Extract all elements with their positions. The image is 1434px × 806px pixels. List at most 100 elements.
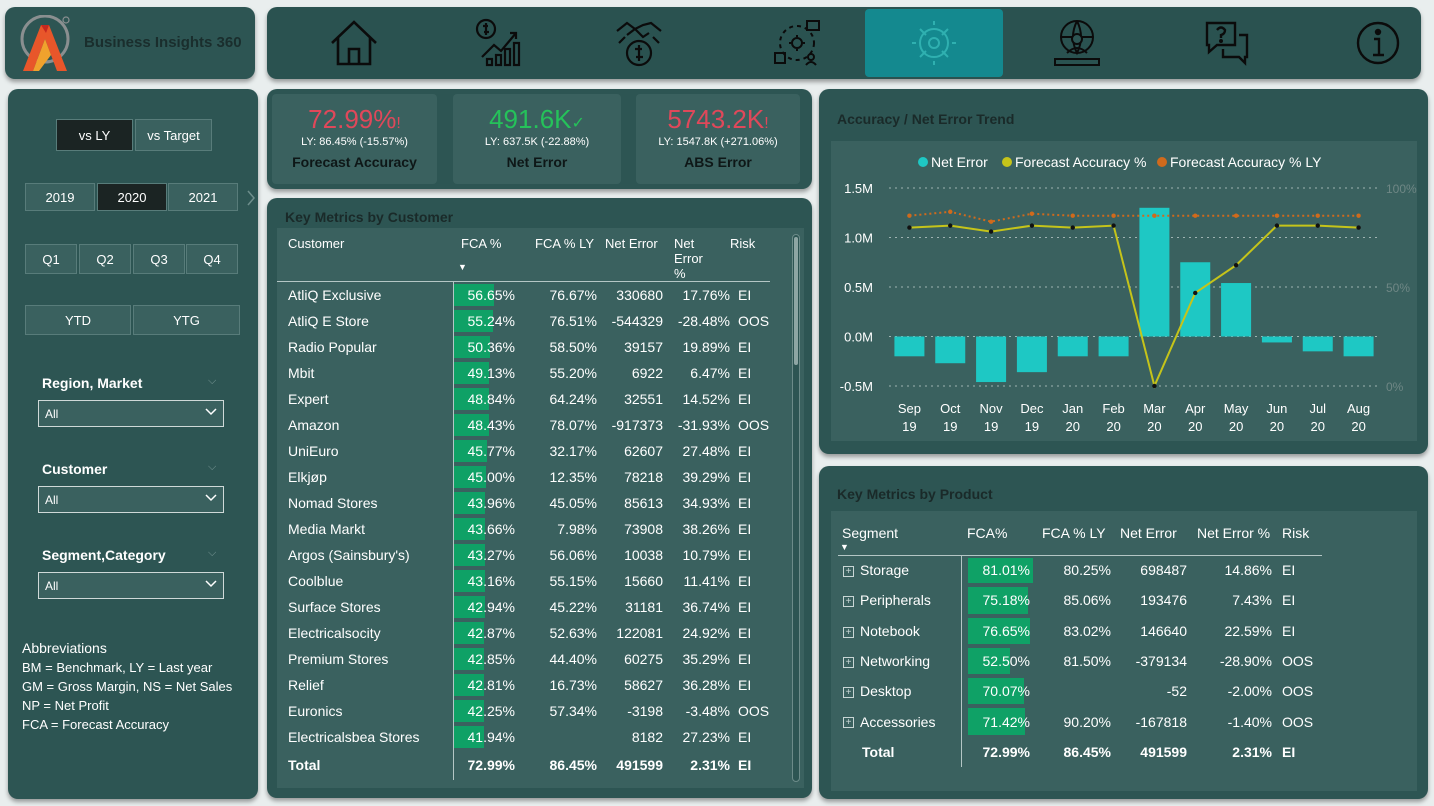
risk-cell: EI — [738, 520, 752, 537]
chevron-down-icon[interactable]: ⌵ — [208, 547, 216, 560]
year-2021-button[interactable]: 2021 — [168, 183, 238, 211]
column-header[interactable]: FCA% — [961, 521, 1030, 556]
year-2019-button[interactable]: 2019 — [25, 183, 95, 211]
chevron-down-icon[interactable]: ⌵ — [208, 375, 216, 388]
customer-name: AtliQ Exclusive — [277, 281, 454, 308]
column-header[interactable]: Net Error — [597, 228, 663, 282]
table-total-row[interactable]: Total 72.99% 86.45% 491599 2.31% EI — [838, 736, 1322, 768]
table-row[interactable]: Elkjøp 45.00% 12.35% 78218 39.29% EI — [277, 463, 770, 490]
table-row[interactable]: + Notebook 76.65% 83.02% 146640 22.59% EI — [838, 615, 1322, 646]
customer-dropdown[interactable]: All — [38, 486, 224, 513]
chevron-down-icon[interactable]: ⌵ — [208, 461, 216, 474]
expand-icon[interactable]: + — [843, 717, 854, 729]
net-error-cell: 330680 — [616, 286, 663, 303]
column-header[interactable]: FCA % LY — [523, 228, 597, 282]
q3-button[interactable]: Q3 — [133, 244, 185, 274]
column-header[interactable]: Customer — [277, 228, 453, 282]
nav-forecast-accuracy-button[interactable] — [865, 9, 1003, 77]
column-header[interactable]: Net Error % — [1187, 521, 1272, 556]
sort-down-icon[interactable]: ▼ — [840, 542, 849, 552]
column-header[interactable]: FCA % LY — [1030, 521, 1111, 556]
risk-cell: EI — [1282, 592, 1296, 609]
table-row[interactable]: + Peripherals 75.18% 85.06% 193476 7.43% EI — [838, 585, 1322, 616]
q4-button[interactable]: Q4 — [186, 244, 238, 274]
expand-icon[interactable]: + — [843, 566, 854, 578]
x-tick-label: 20 — [1229, 419, 1243, 434]
table-row[interactable]: Radio Popular 50.36% 58.50% 39157 19.89% EI — [277, 333, 770, 360]
nav-supply-chain-button[interactable] — [728, 9, 866, 77]
y-tick-label: 0.5M — [844, 280, 873, 295]
column-header[interactable]: Segment ▼ — [838, 521, 961, 556]
expand-icon[interactable]: + — [843, 596, 854, 608]
sort-down-icon[interactable]: ▼ — [458, 262, 467, 272]
q2-button[interactable]: Q2 — [79, 244, 131, 274]
y-tick-label: 1.0M — [844, 231, 873, 246]
nav-support-button[interactable] — [1158, 9, 1296, 77]
expand-icon[interactable]: + — [843, 626, 854, 638]
expand-icon[interactable]: + — [843, 656, 854, 668]
x-tick-label: Mar — [1143, 401, 1166, 416]
net-error-cell: 31181 — [625, 598, 663, 615]
table-row[interactable]: + Desktop 70.07% -52 -2.00% OOS — [838, 676, 1322, 707]
kpi-ly: LY: 637.5K (-22.88%) — [484, 136, 590, 148]
column-header[interactable]: Risk — [730, 228, 770, 282]
net-error-cell: 10038 — [624, 546, 663, 563]
abbreviation-line: BM = Benchmark, LY = Last year — [22, 660, 213, 675]
net-error-bar — [1139, 207, 1170, 337]
table-row[interactable]: AtliQ E Store 55.24% 76.51% -544329 -28.48% O… — [277, 307, 770, 334]
table-row[interactable]: + Storage 81.01% 80.25% 698487 14.86% EI — [838, 555, 1322, 586]
table-row[interactable]: Surface Stores 42.94% 45.22% 31181 36.74% EI — [277, 593, 770, 620]
table-row[interactable]: UniEuro 45.77% 32.17% 62607 27.48% EI — [277, 437, 770, 464]
table-scrollbar[interactable] — [792, 234, 800, 782]
nav-sales-button[interactable] — [570, 9, 708, 77]
table-row[interactable]: Relief 42.81% 16.73% 58627 36.28% EI — [277, 671, 770, 698]
q1-button[interactable]: Q1 — [25, 244, 77, 274]
table-total-row[interactable]: Total 72.99% 86.45% 491599 2.31% EI — [277, 749, 770, 780]
table-row[interactable]: Premium Stores 42.85% 44.40% 60275 35.29% EI — [277, 645, 770, 672]
table-row[interactable]: AtliQ Exclusive 56.65% 76.67% 330680 17.76% E… — [277, 281, 770, 308]
column-header[interactable]: Risk — [1272, 521, 1322, 556]
x-tick-label: 20 — [1351, 419, 1365, 434]
ytd-button[interactable]: YTD — [25, 305, 131, 335]
table-row[interactable]: + Accessories 71.42% 90.20% -167818 -1.40% OOS — [838, 706, 1322, 737]
nav-finance-button[interactable] — [431, 9, 569, 77]
table-row[interactable]: Argos (Sainsbury's) 43.27% 56.06% 10038 10.7… — [277, 541, 770, 568]
legend-item: Net Error — [931, 154, 988, 170]
segment-dropdown[interactable]: All — [38, 572, 224, 599]
risk-cell: EI — [738, 364, 752, 381]
region-dropdown[interactable]: All — [38, 400, 224, 427]
risk-cell: EI — [738, 494, 752, 511]
table-row[interactable]: Media Markt 43.66% 7.98% 73908 38.26% EI — [277, 515, 770, 542]
segment-cell: Total — [838, 736, 962, 768]
table-row[interactable]: Electricalsocity 42.87% 52.63% 122081 24.92%… — [277, 619, 770, 646]
forecast-accuracy-icon — [912, 21, 956, 65]
column-header[interactable]: Net Error — [1111, 521, 1187, 556]
fca-ly-line-point — [1315, 213, 1320, 218]
vs-target-button[interactable]: vs Target — [135, 119, 212, 151]
table-row[interactable]: Nomad Stores 43.96% 45.05% 85613 34.93% EI — [277, 489, 770, 516]
nav-executive-button[interactable] — [1008, 9, 1146, 77]
chevron-right-icon[interactable] — [246, 189, 256, 207]
column-header[interactable]: Net Error % — [663, 228, 730, 282]
nav-info-button[interactable] — [1309, 9, 1434, 77]
table-row[interactable]: Mbit 49.13% 55.20% 6922 6.47% EI — [277, 359, 770, 386]
nav-home-button[interactable] — [285, 9, 423, 77]
scrollbar-thumb[interactable] — [794, 237, 798, 365]
table-row[interactable]: + Networking 52.50% 81.50% -379134 -28.90% OOS — [838, 645, 1322, 677]
table-row[interactable]: Amazon 48.43% 78.07% -917373 -31.93% OOS — [277, 411, 770, 438]
year-2020-button[interactable]: 2020 — [97, 183, 167, 211]
abbreviation-line: GM = Gross Margin, NS = Net Sales — [22, 679, 233, 694]
table-row[interactable]: Electricalsbea Stores 41.94% 8182 27.23% EI — [277, 723, 770, 750]
chevron-down-icon — [205, 580, 217, 588]
table-row[interactable]: Coolblue 43.16% 55.15% 15660 11.41% EI — [277, 567, 770, 594]
table-row[interactable]: Euronics 42.25% 57.34% -3198 -3.48% OOS — [277, 697, 770, 724]
ytg-button[interactable]: YTG — [133, 305, 240, 335]
fca-line-point — [1152, 383, 1157, 389]
x-tick-label: 20 — [1066, 419, 1080, 434]
fca-ly-cell: 56.06% — [549, 546, 597, 563]
vs-ly-button[interactable]: vs LY — [56, 119, 133, 151]
net-error-cell: 8182 — [631, 728, 663, 745]
table-row[interactable]: Expert 48.84% 64.24% 32551 14.52% EI — [277, 385, 770, 412]
expand-icon[interactable]: + — [843, 687, 854, 699]
column-header[interactable]: FCA % ▼ — [453, 228, 523, 282]
